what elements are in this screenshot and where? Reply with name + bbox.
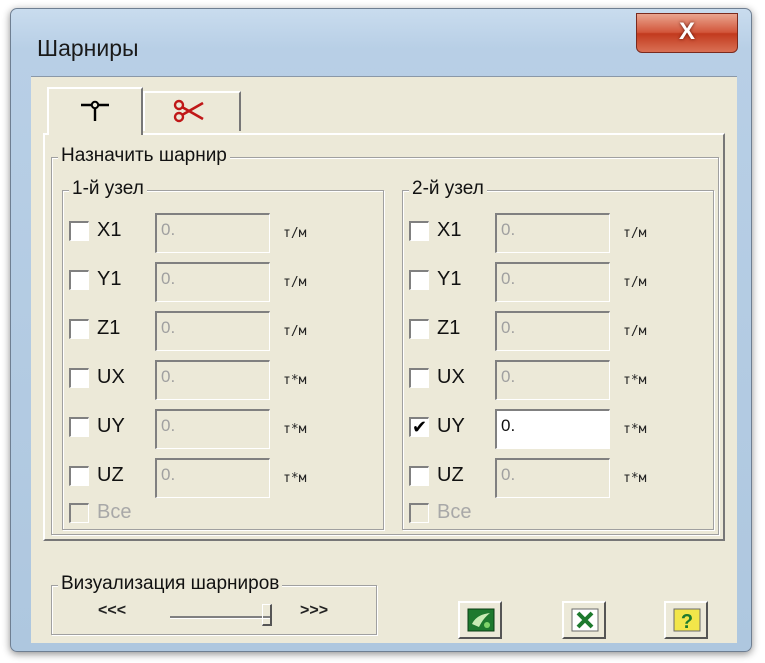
dof-label: UX: [437, 366, 465, 388]
checkbox-uy[interactable]: [69, 417, 89, 437]
stiffness-input-y1[interactable]: 0.: [495, 262, 610, 302]
node2-all-row[interactable]: Все: [403, 499, 713, 529]
hinge-row-z1: Z1 0. т/м: [403, 311, 713, 351]
hinge-row-ux: UX 0. т*м: [63, 360, 383, 400]
hinge-row-uy: ✔ UY 0. т*м: [403, 409, 713, 449]
cancel-icon: [571, 608, 599, 632]
unit-label: т/м: [623, 324, 647, 339]
dof-label: X1: [437, 219, 462, 241]
assign-hinge-label: Назначить шарнир: [58, 145, 230, 167]
node2-all-checkbox[interactable]: [409, 503, 429, 523]
node1-label: 1-й узел: [69, 178, 147, 200]
slider-track: [170, 616, 272, 619]
visualization-group: Визуализация шарниров <<< >>>: [51, 573, 377, 635]
help-button[interactable]: ?: [664, 601, 708, 639]
stiffness-input-ux[interactable]: 0.: [495, 360, 610, 400]
visualization-label: Визуализация шарниров: [58, 573, 283, 595]
hinge-row-y1: Y1 0. т/м: [63, 262, 383, 302]
unit-label: т*м: [283, 373, 307, 388]
stiffness-input-ux[interactable]: 0.: [155, 360, 270, 400]
window-title: Шарниры: [37, 35, 139, 61]
unit-label: т*м: [283, 422, 307, 437]
node1-all-label: Все: [97, 501, 132, 523]
dof-label: UZ: [437, 464, 464, 486]
dof-label: X1: [97, 219, 122, 241]
dof-label: UX: [97, 366, 125, 388]
dof-label: Z1: [97, 317, 121, 339]
checkbox-x1[interactable]: [409, 221, 429, 241]
checkbox-x1[interactable]: [69, 221, 89, 241]
stiffness-input-z1[interactable]: 0.: [495, 311, 610, 351]
checkbox-z1[interactable]: [409, 319, 429, 339]
unit-label: т*м: [623, 471, 647, 486]
hinge-row-uz: UZ 0. т*м: [403, 458, 713, 498]
dof-label: Y1: [437, 268, 462, 290]
unit-label: т*м: [623, 373, 647, 388]
checkbox-uz[interactable]: [409, 466, 429, 486]
unit-label: т/м: [283, 324, 307, 339]
help-icon: ?: [673, 608, 701, 632]
stiffness-input-z1[interactable]: 0.: [155, 311, 270, 351]
checkbox-uy[interactable]: ✔: [409, 417, 429, 437]
checkbox-y1[interactable]: [69, 270, 89, 290]
unit-label: т/м: [283, 275, 307, 290]
decrease-size-button[interactable]: <<<: [98, 602, 126, 620]
dialog-client-area: Назначить шарнир 1-й узел X1 0. т/м Y1 0. т/м…: [31, 76, 737, 643]
cancel-button[interactable]: [562, 601, 606, 639]
tab-remove-hinge[interactable]: [143, 91, 241, 131]
apply-button[interactable]: [458, 601, 502, 639]
stiffness-input-y1[interactable]: 0.: [155, 262, 270, 302]
hinge-row-uy: UY 0. т*м: [63, 409, 383, 449]
hinges-dialog: Шарниры X Назначить шарнир 1-й узел X1 0.…: [10, 8, 752, 652]
stiffness-input-uy[interactable]: 0.: [155, 409, 270, 449]
checkbox-y1[interactable]: [409, 270, 429, 290]
stiffness-input-x1[interactable]: 0.: [155, 213, 270, 253]
apply-icon: [467, 608, 495, 632]
node1-all-row[interactable]: Все: [63, 499, 383, 529]
hinge-row-x1: X1 0. т/м: [403, 213, 713, 253]
checkbox-ux[interactable]: [69, 368, 89, 388]
dof-label: UZ: [97, 464, 124, 486]
dof-label: UY: [437, 415, 465, 437]
unit-label: т/м: [623, 226, 647, 241]
scissors-icon: [173, 99, 204, 123]
hinge-row-ux: UX 0. т*м: [403, 360, 713, 400]
dof-label: Z1: [437, 317, 461, 339]
checkbox-ux[interactable]: [409, 368, 429, 388]
title-bar[interactable]: Шарниры X: [11, 9, 751, 83]
unit-label: т/м: [623, 275, 647, 290]
hinge-icon: [81, 100, 109, 121]
checkbox-z1[interactable]: [69, 319, 89, 339]
checkbox-uz[interactable]: [69, 466, 89, 486]
stiffness-input-x1[interactable]: 0.: [495, 213, 610, 253]
tab-panel: Назначить шарнир 1-й узел X1 0. т/м Y1 0. т/м…: [43, 133, 725, 541]
node2-all-label: Все: [437, 501, 472, 523]
hinge-row-uz: UZ 0. т*м: [63, 458, 383, 498]
hinge-row-x1: X1 0. т/м: [63, 213, 383, 253]
node1-all-checkbox[interactable]: [69, 503, 89, 523]
unit-label: т*м: [283, 471, 307, 486]
hinge-row-y1: Y1 0. т/м: [403, 262, 713, 302]
stiffness-input-uz[interactable]: 0.: [155, 458, 270, 498]
node2-label: 2-й узел: [409, 178, 487, 200]
svg-text:?: ?: [681, 611, 693, 632]
slider-thumb[interactable]: [262, 604, 272, 626]
stiffness-input-uy[interactable]: 0.: [495, 409, 610, 449]
close-button[interactable]: X: [636, 13, 738, 53]
stiffness-input-uz[interactable]: 0.: [495, 458, 610, 498]
hinge-row-z1: Z1 0. т/м: [63, 311, 383, 351]
increase-size-button[interactable]: >>>: [300, 602, 328, 620]
dof-label: UY: [97, 415, 125, 437]
assign-hinge-group: Назначить шарнир 1-й узел X1 0. т/м Y1 0. т/м…: [51, 145, 719, 535]
node2-group: 2-й узел X1 0. т/м Y1 0. т/м Z1 0. т/м UX 0. т*м ✔ UY…: [402, 178, 714, 530]
node1-group: 1-й узел X1 0. т/м Y1 0. т/м Z1 0. т/м UX 0. т*м UY 0…: [62, 178, 384, 530]
unit-label: т*м: [623, 422, 647, 437]
unit-label: т/м: [283, 226, 307, 241]
dof-label: Y1: [97, 268, 122, 290]
tab-assign-hinge[interactable]: [47, 87, 143, 135]
